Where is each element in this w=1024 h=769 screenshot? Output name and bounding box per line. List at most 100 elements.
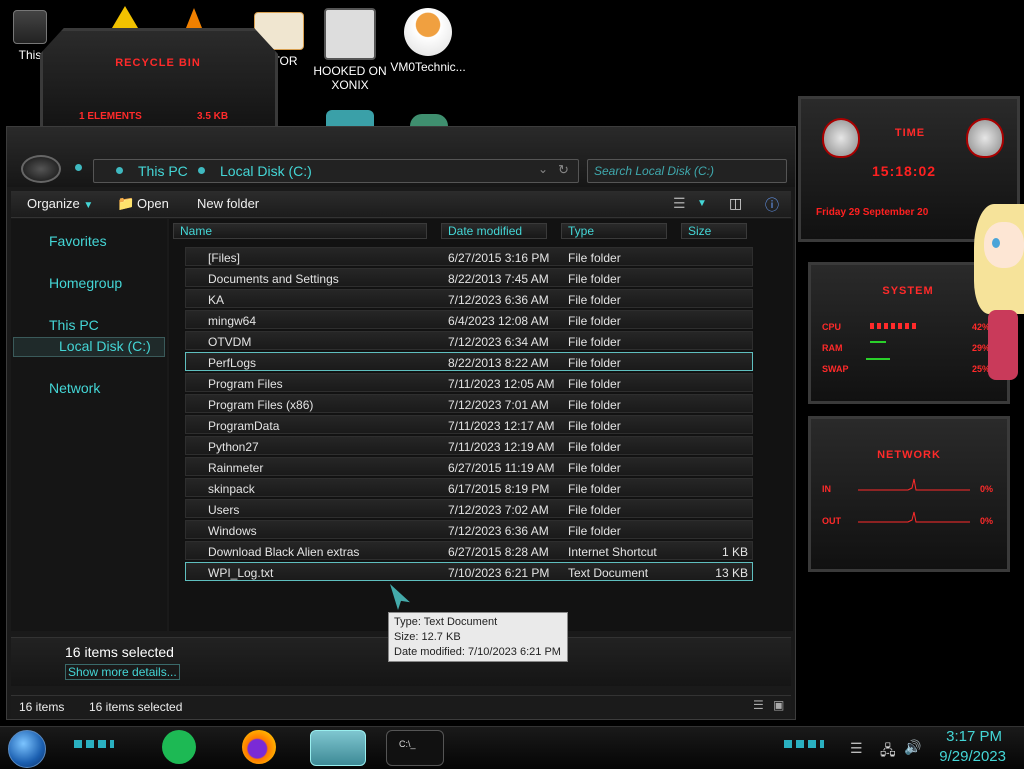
nav-favorites[interactable]: Favorites — [49, 233, 107, 249]
table-row[interactable]: Program Files 7/11/2023 12:05 AM File fold… — [185, 373, 753, 392]
selection-count: 16 items selected — [65, 644, 174, 660]
chat-app-icon[interactable] — [162, 730, 196, 764]
open-button[interactable]: Open — [137, 196, 169, 211]
table-row[interactable]: OTVDM 7/12/2023 6:34 AM File folder — [185, 331, 753, 350]
firefox-icon[interactable] — [242, 730, 276, 764]
table-row[interactable]: Documents and Settings 8/22/2013 7:45 AM F… — [185, 268, 753, 287]
row-type: File folder — [568, 293, 621, 307]
system-title: SYSTEM — [882, 285, 934, 297]
row-date: 7/12/2023 6:34 AM — [448, 335, 549, 349]
table-row[interactable]: WPI_Log.txt 7/10/2023 6:21 PM Text Documen… — [185, 562, 753, 581]
nav-network[interactable]: Network — [49, 380, 100, 396]
taskbar-deco-right — [784, 740, 824, 748]
xonix-icon — [324, 8, 376, 60]
address-bar[interactable]: This PC Local Disk (C:) ⌄ ↻ — [93, 159, 579, 183]
help-icon[interactable]: ⓘ — [765, 195, 779, 215]
tray-clock-date[interactable]: 9/29/2023 — [932, 748, 1006, 765]
start-button[interactable] — [8, 730, 46, 768]
table-row[interactable]: KA 7/12/2023 6:36 AM File folder — [185, 289, 753, 308]
row-name: Users — [208, 503, 240, 517]
row-type: File folder — [568, 419, 621, 433]
table-row[interactable]: skinpack 6/17/2015 8:19 PM File folder — [185, 478, 753, 497]
clock-time: 15:18:02 — [872, 163, 937, 179]
row-name: Windows — [208, 524, 257, 538]
row-date: 7/11/2023 12:19 AM — [448, 440, 555, 454]
back-forward-orb-icon[interactable] — [21, 155, 61, 183]
column-header-size[interactable]: Size — [681, 223, 747, 239]
row-date: 7/12/2023 7:01 AM — [448, 398, 549, 412]
table-row[interactable]: ProgramData 7/11/2023 12:17 AM File folder — [185, 415, 753, 434]
table-row[interactable]: Windows 7/12/2023 6:36 AM File folder — [185, 520, 753, 539]
warning-app-icon[interactable] — [112, 6, 138, 28]
details-view-icon[interactable]: ☰ — [753, 698, 764, 712]
table-row[interactable]: mingw64 6/4/2023 12:08 AM File folder — [185, 310, 753, 329]
row-date: 7/10/2023 6:21 PM — [448, 566, 550, 580]
file-tooltip: Type: Text Document Size: 12.7 KB Date m… — [388, 612, 568, 662]
row-name: Rainmeter — [208, 461, 264, 475]
nav-local-disk[interactable]: Local Disk (C:) — [59, 338, 151, 354]
desktop-icon-partial-1[interactable] — [326, 110, 374, 126]
preview-pane-icon[interactable]: ◫ — [729, 195, 742, 212]
vlc-icon[interactable] — [186, 8, 202, 28]
clock-title: TIME — [894, 127, 926, 139]
tooltip-type: Type: Text Document — [394, 616, 498, 628]
table-row[interactable]: Download Black Alien extras 6/27/2015 8:2… — [185, 541, 753, 560]
row-name: Python27 — [208, 440, 259, 454]
row-type: File folder — [568, 440, 621, 454]
large-icons-view-icon[interactable]: ▣ — [773, 698, 784, 712]
row-type: File folder — [568, 482, 621, 496]
cartoon-character-sticker — [968, 200, 1024, 390]
search-input[interactable]: Search Local Disk (C:) — [587, 159, 787, 183]
row-name: ProgramData — [208, 419, 280, 433]
command-bar: Organize ▼ 📁 Open New folder ☰ ▼ ◫ ⓘ — [11, 191, 791, 218]
chevron-down-icon[interactable]: ▼ — [697, 198, 707, 209]
desktop-icon-label: VM0Technic... — [390, 60, 466, 74]
folder-icon: 📁 — [117, 195, 135, 211]
view-options-icon[interactable]: ☰ — [673, 195, 686, 212]
row-name: mingw64 — [208, 314, 257, 328]
row-date: 6/4/2023 12:08 AM — [448, 314, 549, 328]
address-separator-icon — [198, 167, 205, 174]
chevron-down-icon[interactable]: ⌄ — [538, 162, 548, 176]
volume-icon[interactable]: 🔊 — [904, 739, 921, 756]
breadcrumb-local-disk[interactable]: Local Disk (C:) — [220, 163, 312, 179]
table-row[interactable]: Users 7/12/2023 7:02 AM File folder — [185, 499, 753, 518]
table-row[interactable]: Rainmeter 6/27/2015 11:19 AM File folder — [185, 457, 753, 476]
nav-this-pc[interactable]: This PC — [49, 317, 99, 333]
file-explorer-taskbar-icon[interactable] — [310, 730, 366, 766]
breadcrumb-this-pc[interactable]: This PC — [138, 163, 188, 179]
ram-label: RAM — [822, 343, 843, 353]
show-more-details-link[interactable]: Show more details... — [65, 664, 180, 680]
table-row[interactable]: Python27 7/11/2023 12:19 AM File folder — [185, 436, 753, 455]
row-date: 7/12/2023 7:02 AM — [448, 503, 549, 517]
column-header-name[interactable]: Name — [173, 223, 427, 239]
tray-clock-time[interactable]: 3:17 PM — [940, 728, 1002, 745]
desktop-icon-xonix[interactable]: HOOKED ON XONIX — [310, 8, 390, 92]
row-name: [Files] — [208, 251, 241, 265]
network-tray-icon[interactable]: 🖧 — [880, 740, 896, 764]
row-type: File folder — [568, 398, 621, 412]
column-header-date[interactable]: Date modified — [441, 223, 547, 239]
organize-button[interactable]: Organize ▼ — [27, 196, 93, 211]
row-name: PerfLogs — [208, 356, 257, 370]
row-name: Program Files (x86) — [208, 398, 314, 412]
tooltip-date: Date modified: 7/10/2023 6:21 PM — [394, 646, 561, 658]
row-type: File folder — [568, 524, 621, 538]
new-folder-button[interactable]: New folder — [197, 196, 259, 211]
column-header-type[interactable]: Type — [561, 223, 667, 239]
nav-homegroup[interactable]: Homegroup — [49, 275, 122, 291]
row-name: Program Files — [208, 377, 283, 391]
table-row[interactable]: Program Files (x86) 7/12/2023 7:01 AM File… — [185, 394, 753, 413]
desktop-icon-vm0technic[interactable]: VM0Technic... — [388, 8, 468, 74]
terminal-taskbar-icon[interactable]: C:\_ — [386, 730, 444, 766]
recycle-bin-gadget[interactable]: RECYCLE BIN 1 ELEMENTS 3.5 KB — [40, 28, 278, 132]
organize-label: Organize — [27, 196, 80, 211]
show-hidden-icons-icon[interactable]: ☰ — [850, 740, 863, 757]
refresh-icon[interactable]: ↻ — [558, 162, 569, 178]
row-type: File folder — [568, 503, 621, 517]
desktop-icon-partial-2[interactable] — [410, 114, 448, 126]
table-row[interactable]: [Files] 6/27/2015 3:16 PM File folder — [185, 247, 753, 266]
swap-meter — [866, 358, 890, 360]
row-type: Internet Shortcut — [568, 545, 657, 559]
table-row[interactable]: PerfLogs 8/22/2013 8:22 AM File folder — [185, 352, 753, 371]
